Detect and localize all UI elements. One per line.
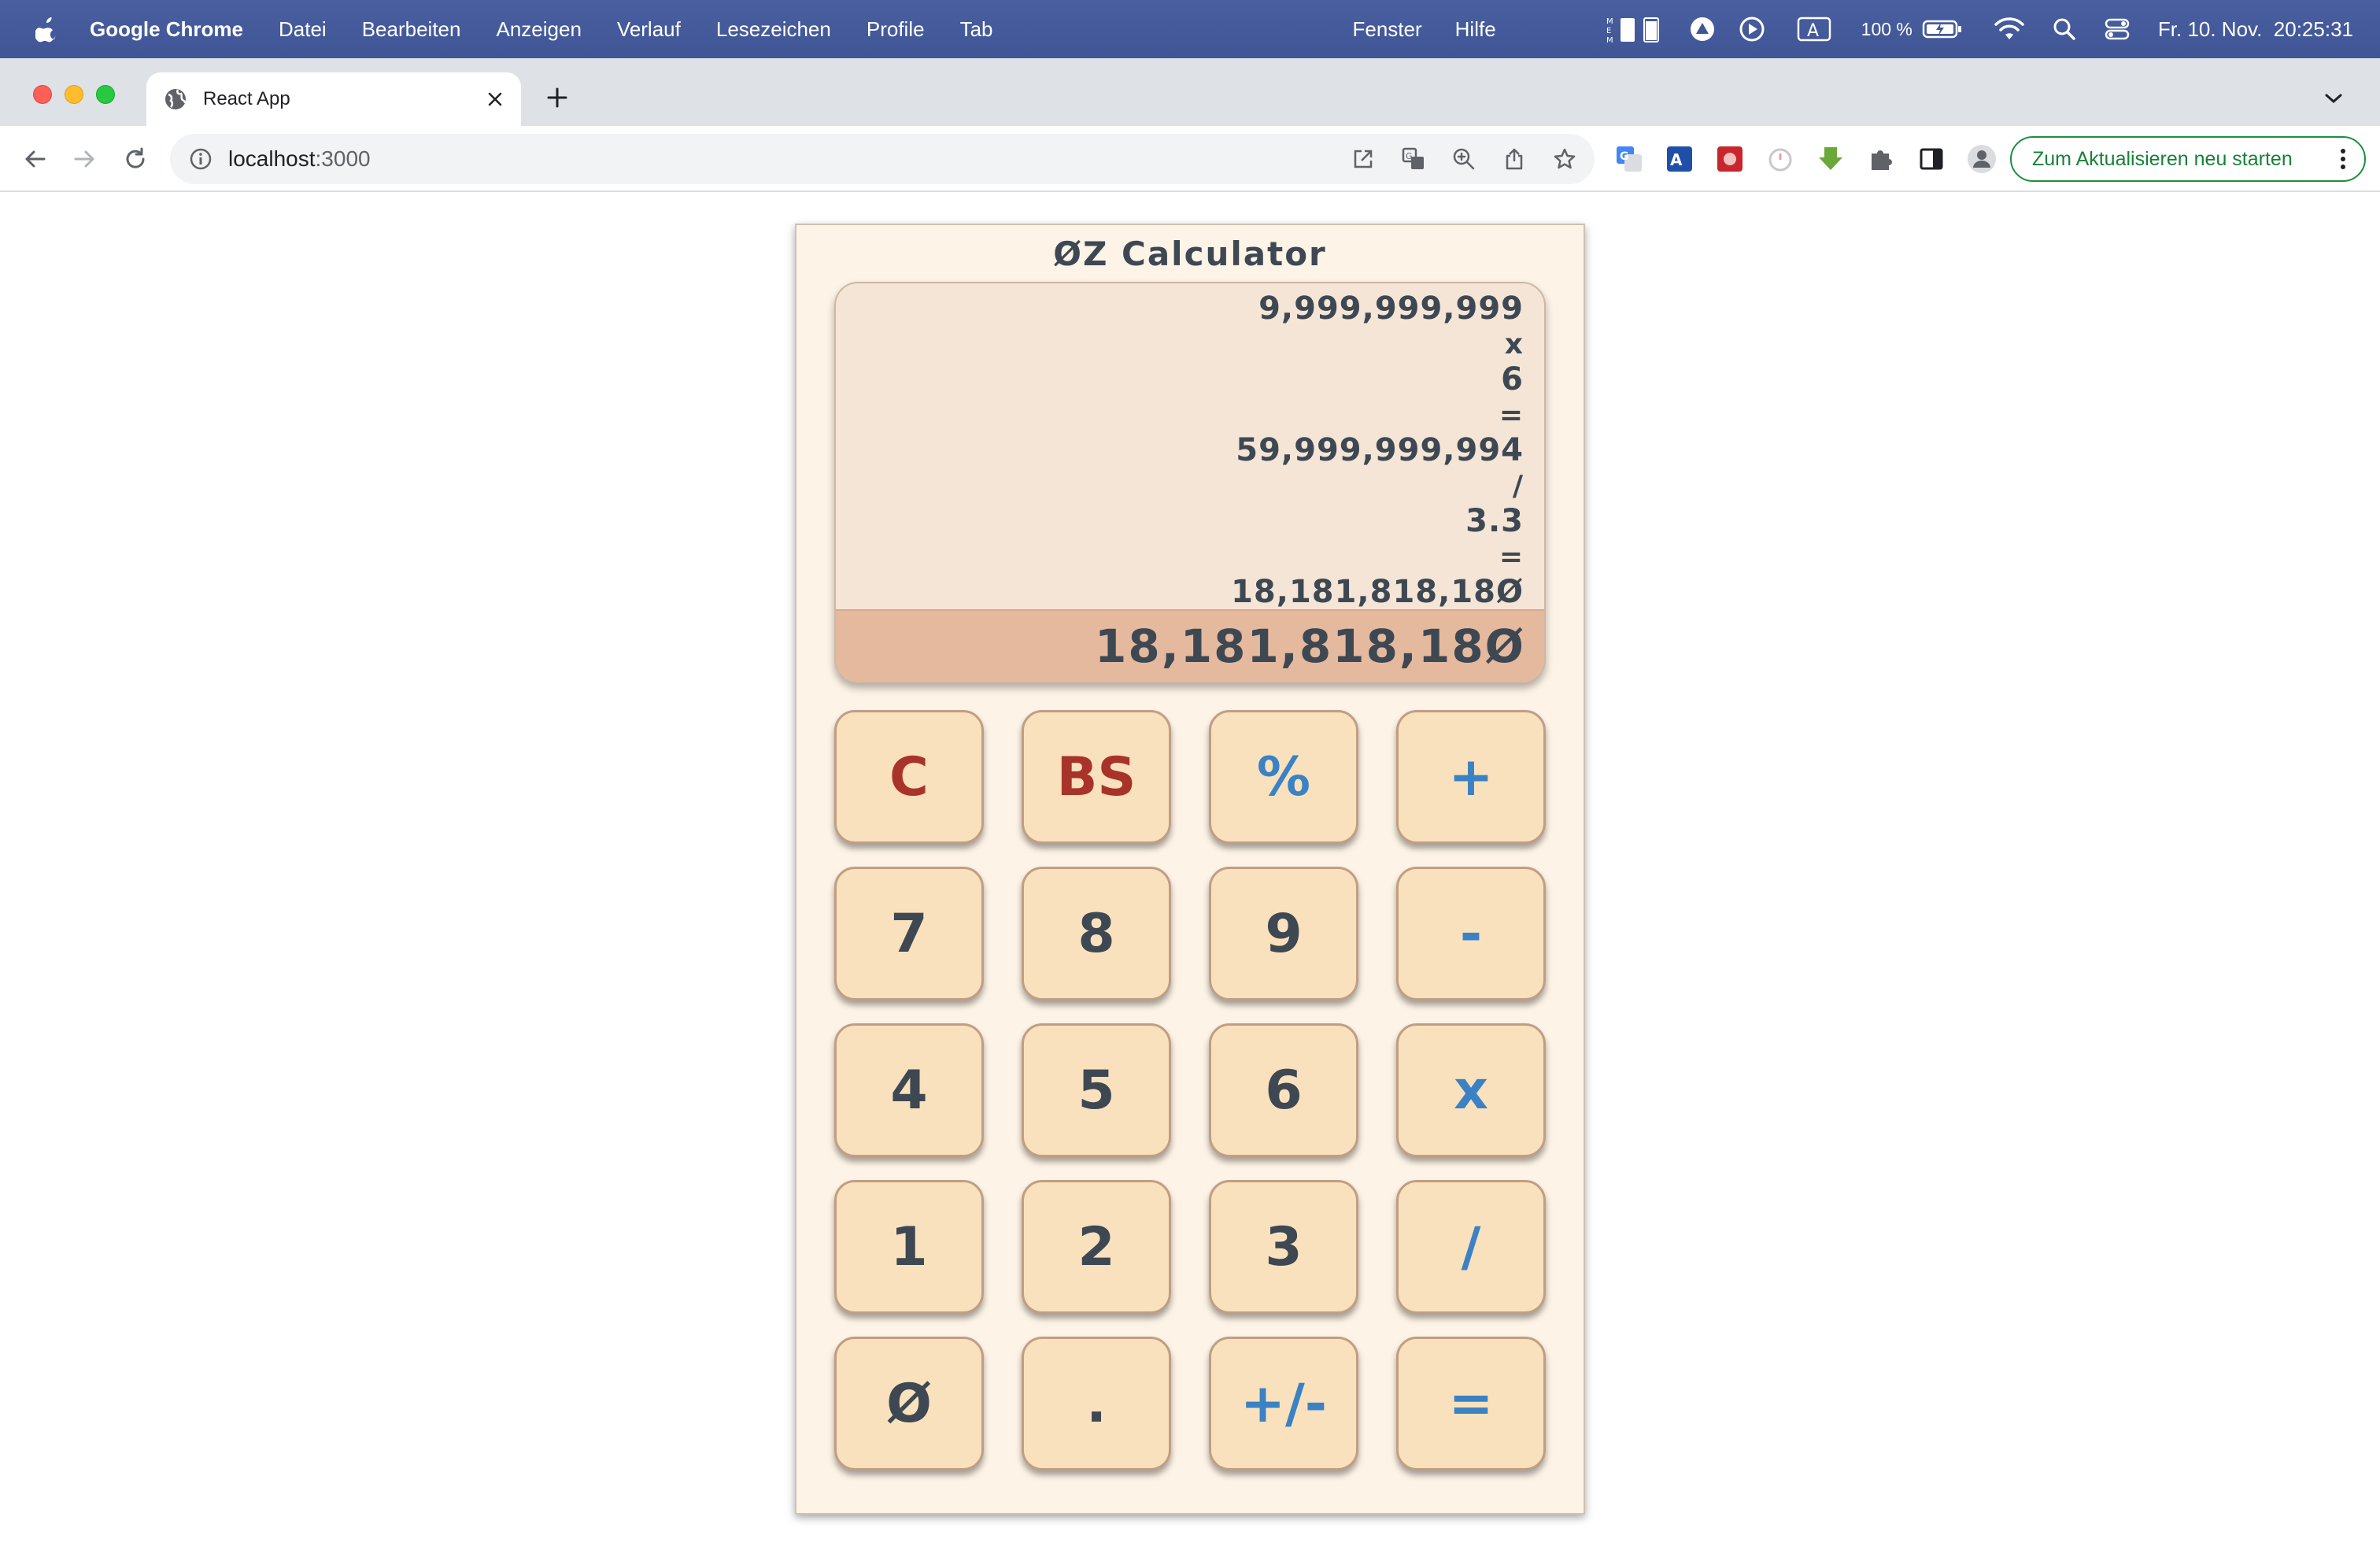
- history-line: 9,999,999,999: [1258, 290, 1524, 327]
- input-source-icon[interactable]: A: [1797, 16, 1831, 43]
- history-line: 18,181,818,18Ø: [1231, 574, 1524, 610]
- puzzle-extensions-icon[interactable]: [1865, 143, 1897, 175]
- menu-anzeigen[interactable]: Anzeigen: [496, 17, 581, 42]
- tab-title: React App: [203, 88, 290, 109]
- digit-2-button[interactable]: 2: [1022, 1180, 1171, 1314]
- menu-hilfe[interactable]: Hilfe: [1455, 17, 1496, 42]
- svg-text:A: A: [1807, 21, 1819, 41]
- history-line: x: [1504, 328, 1524, 361]
- percent-button[interactable]: %: [1209, 710, 1358, 844]
- svg-text:A: A: [1670, 150, 1683, 169]
- calculator-display: 9,999,999,999 x 6 = 59,999,999,994 / 3.3…: [834, 282, 1546, 683]
- calculator-keypad: C BS % + 7 8 9 - 4 5 6 x 1 2 3 / Ø . +/-…: [834, 710, 1546, 1474]
- calculator: ØZ Calculator 9,999,999,999 x 6 = 59,999…: [795, 224, 1585, 1515]
- wifi-icon[interactable]: [1994, 17, 2024, 41]
- menu-clock[interactable]: Fr. 10. Nov. 20:25:31: [2158, 17, 2353, 42]
- url-port: :3000: [315, 146, 371, 171]
- decimal-point-button[interactable]: .: [1022, 1337, 1171, 1470]
- calculator-title: ØZ Calculator: [1053, 235, 1327, 273]
- battery-icon[interactable]: [1922, 18, 1963, 40]
- divide-button[interactable]: /: [1396, 1180, 1546, 1314]
- browser-tab-strip: React App: [0, 58, 2380, 126]
- timer-extension-icon[interactable]: [1765, 143, 1796, 175]
- svg-text:G: G: [1620, 150, 1629, 163]
- menu-profile[interactable]: Profile: [867, 17, 925, 42]
- history-line: /: [1512, 470, 1524, 502]
- history-line: 3.3: [1465, 503, 1524, 539]
- zoom-icon[interactable]: [1450, 145, 1478, 173]
- memory-meter-icon[interactable]: MEM: [1606, 13, 1665, 45]
- spotlight-search-icon[interactable]: [2053, 17, 2076, 41]
- menu-lesezeichen[interactable]: Lesezeichen: [716, 17, 831, 42]
- bookmark-star-icon[interactable]: [1550, 145, 1579, 173]
- subtract-button[interactable]: -: [1396, 867, 1546, 1000]
- deepl-translate-extension-icon[interactable]: A: [1664, 143, 1695, 175]
- window-minimize-button[interactable]: [65, 85, 83, 104]
- apple-menu-icon[interactable]: [33, 15, 61, 43]
- media-play-icon[interactable]: [1739, 16, 1765, 43]
- digit-9-button[interactable]: 9: [1209, 867, 1358, 1000]
- side-panel-icon[interactable]: [1916, 143, 1947, 175]
- vpn-icon[interactable]: [1688, 15, 1717, 43]
- google-translate-extension-icon[interactable]: G: [1613, 143, 1645, 175]
- history-line: =: [1499, 541, 1524, 573]
- back-arrow-icon[interactable]: [19, 143, 50, 175]
- control-center-icon[interactable]: [2105, 17, 2130, 41]
- reload-icon[interactable]: [120, 143, 151, 175]
- download-extension-icon[interactable]: [1815, 143, 1846, 175]
- negate-button[interactable]: +/-: [1209, 1337, 1358, 1470]
- new-tab-plus-icon[interactable]: [543, 83, 571, 112]
- globe-icon: [164, 87, 187, 111]
- digit-7-button[interactable]: 7: [834, 867, 984, 1000]
- menu-app-name[interactable]: Google Chrome: [90, 17, 243, 42]
- history-line: =: [1499, 399, 1524, 431]
- window-close-button[interactable]: [33, 85, 52, 104]
- url-host: localhost: [228, 146, 316, 171]
- calculation-history: 9,999,999,999 x 6 = 59,999,999,994 / 3.3…: [1231, 291, 1524, 610]
- menu-tab[interactable]: Tab: [960, 17, 993, 42]
- share-icon[interactable]: [1500, 145, 1528, 173]
- svg-text:E: E: [1606, 27, 1611, 35]
- tab-close-icon[interactable]: [483, 87, 507, 111]
- digit-1-button[interactable]: 1: [834, 1180, 984, 1314]
- menu-datei[interactable]: Datei: [279, 17, 327, 42]
- battery-percentage: 100 %: [1861, 18, 1913, 39]
- digit-0-button[interactable]: Ø: [834, 1337, 984, 1470]
- menu-verlauf[interactable]: Verlauf: [617, 17, 681, 42]
- window-zoom-button[interactable]: [96, 85, 115, 104]
- history-line: 59,999,999,994: [1236, 432, 1524, 468]
- browser-toolbar: localhost:3000 G G A Zum Aktualisieren n…: [0, 126, 2380, 192]
- add-button[interactable]: +: [1396, 710, 1546, 844]
- svg-text:M: M: [1606, 36, 1613, 45]
- open-in-new-icon[interactable]: [1349, 145, 1377, 173]
- forward-arrow-icon[interactable]: [69, 143, 101, 175]
- digit-3-button[interactable]: 3: [1209, 1180, 1358, 1314]
- backspace-button[interactable]: BS: [1022, 710, 1171, 844]
- relaunch-label: Zum Aktualisieren neu starten: [2032, 147, 2293, 170]
- macos-menu-bar: Google Chrome Datei Bearbeiten Anzeigen …: [0, 0, 2380, 58]
- multiply-button[interactable]: x: [1396, 1023, 1546, 1157]
- svg-text:M: M: [1606, 17, 1613, 26]
- equals-button[interactable]: =: [1396, 1337, 1546, 1470]
- tab-react-app[interactable]: React App: [146, 72, 521, 126]
- digit-4-button[interactable]: 4: [834, 1023, 984, 1157]
- current-result: 18,181,818,18Ø: [836, 609, 1544, 682]
- red-extension-icon[interactable]: [1714, 143, 1746, 175]
- site-info-icon[interactable]: [189, 147, 213, 171]
- digit-6-button[interactable]: 6: [1209, 1023, 1358, 1157]
- address-url: localhost:3000: [228, 146, 371, 172]
- translate-icon[interactable]: G: [1399, 145, 1428, 173]
- svg-text:G: G: [1406, 151, 1413, 161]
- menu-bearbeiten[interactable]: Bearbeiten: [362, 17, 461, 42]
- digit-8-button[interactable]: 8: [1022, 867, 1171, 1000]
- history-line: 6: [1501, 361, 1524, 398]
- tab-search-chevron-down-icon[interactable]: [2322, 87, 2345, 110]
- address-bar[interactable]: localhost:3000 G: [170, 134, 1595, 184]
- clear-button[interactable]: C: [834, 710, 984, 844]
- more-menu-icon[interactable]: [2331, 143, 2355, 175]
- relaunch-to-update-button[interactable]: Zum Aktualisieren neu starten: [2010, 136, 2366, 182]
- menu-fenster[interactable]: Fenster: [1353, 17, 1422, 42]
- profile-avatar-icon[interactable]: [1966, 143, 1998, 175]
- digit-5-button[interactable]: 5: [1022, 1023, 1171, 1157]
